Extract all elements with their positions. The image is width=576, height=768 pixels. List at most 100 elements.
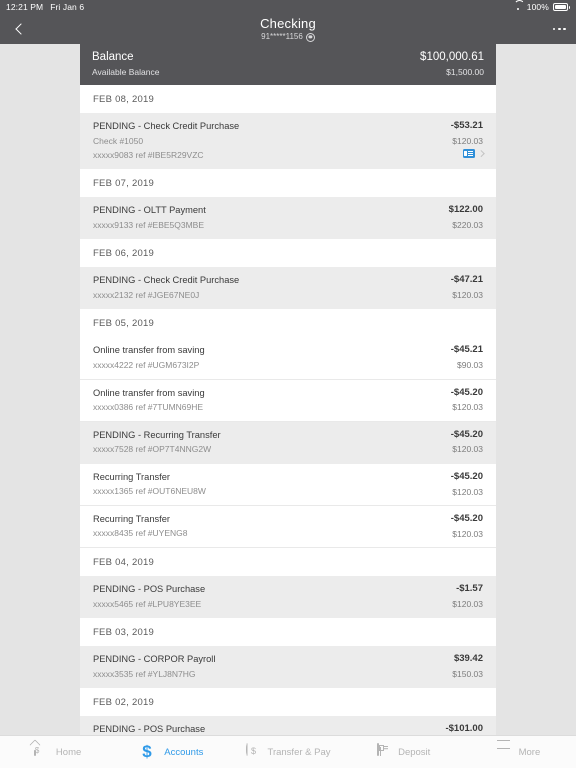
transaction-title: PENDING - Recurring Transfer bbox=[93, 429, 221, 440]
chevron-left-icon bbox=[14, 23, 27, 35]
back-button[interactable] bbox=[4, 14, 34, 44]
status-time: 12:21 PM bbox=[6, 2, 44, 12]
transaction-amounts: -$47.21 $120.03 bbox=[443, 274, 483, 301]
transaction-details: PENDING - OLTT Payment xxxxx9133 ref #EBE… bbox=[93, 204, 206, 231]
transaction-reference: xxxxx7528 ref #OP7T4NNG2W bbox=[93, 444, 212, 455]
nav-center: Checking 91*****1156 bbox=[0, 17, 576, 42]
chevron-right-icon bbox=[477, 150, 484, 157]
eye-icon[interactable] bbox=[305, 32, 315, 42]
transaction-check-number: Check #1050 bbox=[93, 135, 144, 146]
transaction-list: FEB 08, 2019 PENDING - Check Credit Purch… bbox=[80, 85, 496, 735]
transaction-running-balance: $220.03 bbox=[452, 219, 483, 230]
transaction-running-balance: $120.03 bbox=[452, 290, 483, 301]
transaction-running-balance: $150.03 bbox=[452, 668, 483, 679]
nav-bar: Checking 91*****1156 bbox=[0, 14, 576, 44]
transaction-row[interactable]: Recurring Transfer xxxxx8435 ref #UYENG8 -… bbox=[80, 505, 496, 549]
transaction-running-balance: $120.03 bbox=[452, 598, 483, 609]
transaction-amount: -$101.00 bbox=[445, 723, 483, 735]
transaction-amounts: -$45.20 $120.03 bbox=[443, 429, 483, 456]
transaction-details: Online transfer from saving xxxxx4222 ref… bbox=[93, 344, 205, 371]
balance-value: $100,000.61 bbox=[420, 51, 484, 63]
transaction-amounts: $39.42 $150.03 bbox=[444, 653, 483, 680]
transaction-date-header: FEB 07, 2019 bbox=[80, 169, 496, 198]
transaction-title: PENDING - Check Credit Purchase bbox=[93, 121, 240, 131]
balance-row: Balance $100,000.61 bbox=[92, 51, 484, 63]
transaction-running-balance: $120.03 bbox=[452, 402, 483, 413]
transaction-amounts: -$101.00$120.03 bbox=[437, 723, 483, 735]
transaction-details: PENDING - Check Credit Purchase Check #10… bbox=[93, 120, 239, 161]
check-image-icon[interactable] bbox=[462, 149, 475, 159]
transaction-amount: -$45.20 bbox=[450, 428, 483, 440]
transaction-running-balance: $90.03 bbox=[457, 360, 483, 371]
check-image-link[interactable] bbox=[451, 149, 484, 159]
dollar-sign-icon: $ bbox=[142, 742, 152, 761]
transaction-details: Recurring Transfer xxxxx8435 ref #UYENG8 bbox=[93, 513, 187, 540]
transaction-title: PENDING - Check Credit Purchase bbox=[93, 275, 240, 286]
tab-label: More bbox=[518, 746, 541, 758]
overflow-menu-button[interactable] bbox=[552, 14, 566, 44]
tab-deposit[interactable]: Deposit bbox=[346, 743, 461, 760]
transaction-amounts: $122.00 $220.03 bbox=[441, 204, 483, 231]
transaction-title: Online transfer from saving bbox=[93, 345, 205, 356]
transaction-row[interactable]: PENDING - Recurring Transfer xxxxx7528 re… bbox=[80, 421, 496, 464]
transaction-row[interactable]: PENDING - Check Credit Purchase xxxxx2132… bbox=[80, 267, 496, 310]
battery-icon bbox=[552, 3, 570, 11]
transaction-details: PENDING - CORPOR Payroll xxxxx3535 ref #Y… bbox=[93, 653, 215, 680]
transaction-row[interactable]: Recurring Transfer xxxxx1365 ref #OUT6NEU… bbox=[80, 463, 496, 506]
bottom-tab-bar: $ Home $ Accounts $ Transfer & Pay Deposit More bbox=[0, 735, 576, 768]
status-bar: 12:21 PM Fri Jan 6 100% bbox=[0, 0, 576, 14]
transaction-details: PENDING - POS Purchase xxxxx5465 ref #LPU… bbox=[93, 583, 205, 610]
transaction-title: Recurring Transfer bbox=[93, 471, 170, 482]
available-balance-label: Available Balance bbox=[92, 67, 160, 77]
transaction-reference: xxxxx5465 ref #LPU8YE3EE bbox=[93, 598, 202, 609]
account-number-row: 91*****1156 bbox=[0, 32, 576, 42]
transaction-reference: xxxxx2132 ref #JGE67NE0J bbox=[93, 289, 200, 300]
transaction-row[interactable]: PENDING - Check Credit Purchase Check #10… bbox=[80, 113, 496, 170]
transaction-reference: xxxxx8435 ref #UYENG8 bbox=[93, 528, 188, 539]
transaction-title: PENDING - OLTT Payment bbox=[93, 205, 206, 216]
transaction-amount: -$45.20 bbox=[450, 470, 483, 482]
status-bar-right: 100% bbox=[514, 2, 570, 12]
status-date: Fri Jan 6 bbox=[50, 2, 85, 12]
home-dollar-icon: $ bbox=[33, 743, 50, 760]
transaction-title: PENDING - POS Purchase bbox=[93, 584, 206, 595]
transaction-reference: xxxxx3535 ref #YLJ8N7HG bbox=[93, 668, 196, 679]
transaction-row[interactable]: PENDING - POS Purchase xxxxx5465 ref #LPU… bbox=[80, 576, 496, 619]
balance-summary: Balance $100,000.61 Available Balance $1… bbox=[80, 44, 496, 85]
transaction-details: Online transfer from saving xxxxx0386 ref… bbox=[93, 387, 205, 414]
hamburger-menu-icon bbox=[497, 744, 513, 760]
transaction-date-header: FEB 04, 2019 bbox=[80, 548, 496, 577]
tab-transfer-pay[interactable]: $ Transfer & Pay bbox=[230, 743, 345, 760]
available-balance-value: $1,500.00 bbox=[446, 67, 484, 77]
account-number-masked: 91*****1156 bbox=[261, 32, 303, 41]
tab-more[interactable]: More bbox=[461, 744, 576, 760]
transaction-title: Online transfer from saving bbox=[93, 387, 205, 398]
wifi-icon bbox=[514, 4, 523, 11]
transaction-details: PENDING - Check Credit Purchase xxxxx2132… bbox=[93, 274, 239, 301]
tab-label: Deposit bbox=[398, 746, 431, 758]
transaction-row[interactable]: PENDING - OLTT Payment xxxxx9133 ref #EBE… bbox=[80, 197, 496, 240]
transaction-reference: xxxxx4222 ref #UGM673I2P bbox=[93, 359, 200, 370]
transaction-amount: $122.00 bbox=[448, 204, 483, 216]
tab-home[interactable]: $ Home bbox=[0, 743, 115, 760]
transaction-reference: xxxxx1365 ref #OUT6NEU8W bbox=[93, 486, 206, 497]
transaction-title: PENDING - POS Purchase bbox=[93, 724, 206, 735]
transfer-circle-dollar-icon: $ bbox=[245, 743, 262, 760]
transaction-amounts: -$45.20 $120.03 bbox=[443, 513, 483, 540]
tab-label: Transfer & Pay bbox=[267, 746, 331, 758]
transaction-amounts: -$45.20 $120.03 bbox=[443, 387, 483, 414]
transaction-reference: xxxxx9133 ref #EBE5Q3MBE bbox=[93, 219, 205, 230]
transaction-amount: -$45.20 bbox=[450, 512, 483, 524]
transaction-amounts: -$1.57 $120.03 bbox=[444, 583, 483, 610]
transaction-amounts: -$45.20 $120.03 bbox=[443, 471, 483, 498]
transaction-date-header: FEB 06, 2019 bbox=[80, 239, 496, 268]
tab-label: Home bbox=[55, 746, 82, 758]
available-balance-row: Available Balance $1,500.00 bbox=[92, 67, 484, 77]
page-title: Checking bbox=[260, 15, 316, 31]
tab-accounts[interactable]: $ Accounts bbox=[115, 742, 230, 761]
transaction-row[interactable]: Online transfer from saving xxxxx0386 ref… bbox=[80, 379, 496, 422]
transaction-row[interactable]: PENDING - CORPOR Payroll xxxxx3535 ref #Y… bbox=[80, 646, 496, 689]
transaction-row[interactable]: Online transfer from saving xxxxx4222 ref… bbox=[80, 337, 496, 380]
transaction-row[interactable]: PENDING - POS Purchasexxxxx9083 ref #IBE… bbox=[80, 716, 496, 735]
transaction-amounts: -$53.21 $120.03 bbox=[443, 120, 484, 159]
